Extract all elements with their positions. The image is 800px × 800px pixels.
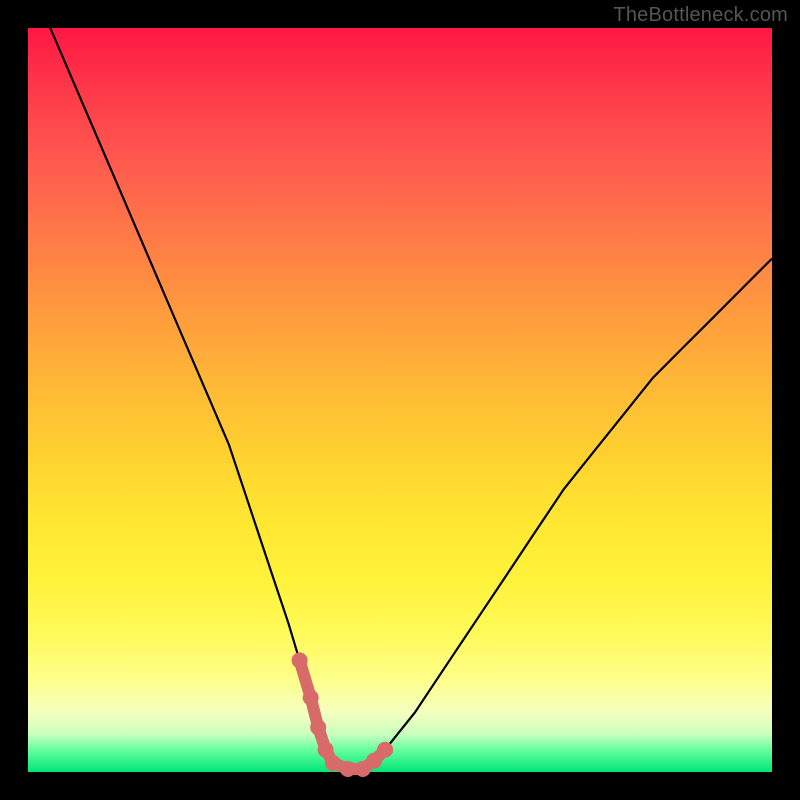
marker-dot xyxy=(303,690,319,706)
marker-dot xyxy=(318,742,334,758)
marker-dot xyxy=(310,719,326,735)
curve-svg xyxy=(28,28,772,772)
curve-path xyxy=(50,28,772,769)
marker-dot xyxy=(325,755,341,771)
plot-area xyxy=(28,28,772,772)
marker-segment xyxy=(300,660,386,769)
bottleneck-markers xyxy=(292,652,394,777)
marker-dot xyxy=(377,742,393,758)
bottleneck-curve xyxy=(50,28,772,769)
chart-frame: TheBottleneck.com xyxy=(0,0,800,800)
marker-dot xyxy=(340,761,356,777)
marker-dot xyxy=(292,652,308,668)
watermark-text: TheBottleneck.com xyxy=(613,4,788,27)
